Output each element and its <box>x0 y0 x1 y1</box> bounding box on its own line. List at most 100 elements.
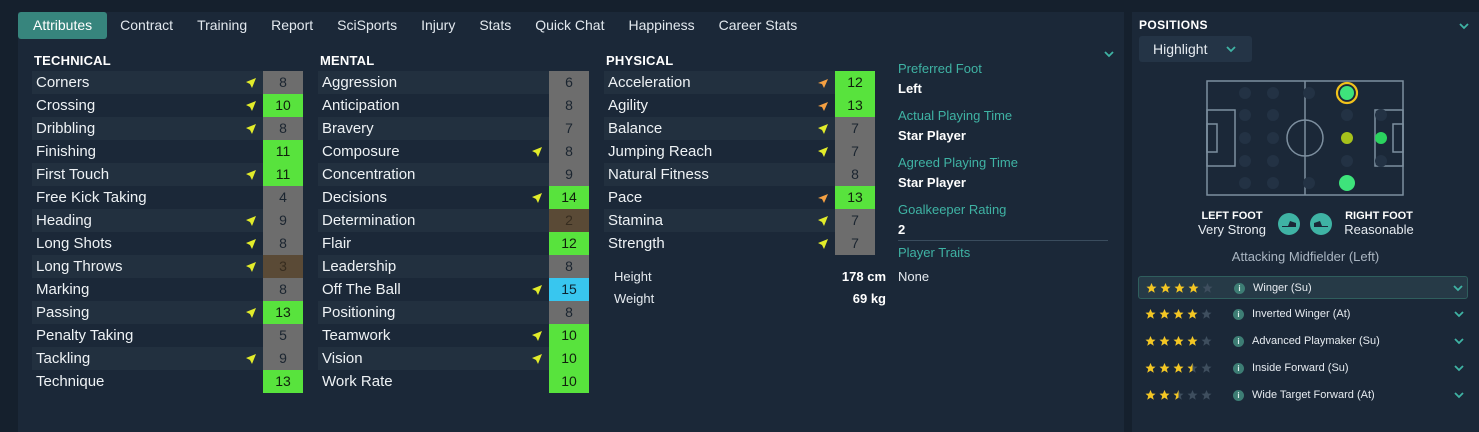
attribute-row-technique[interactable]: Technique 13 <box>32 370 303 393</box>
training-arrow-icon <box>532 331 542 341</box>
role-name: Advanced Playmaker (Su) <box>1252 335 1380 347</box>
positions-chevron-down-icon[interactable] <box>1458 22 1470 30</box>
left-foot-value: Very Strong <box>1198 222 1266 237</box>
attribute-name: Crossing <box>36 97 96 114</box>
star-icon <box>1201 336 1212 346</box>
star-icon <box>1173 390 1184 400</box>
attribute-row-bravery[interactable]: Bravery 7 <box>318 117 589 140</box>
role-row-wide-target-forward-at[interactable]: i Wide Target Forward (At) <box>1138 384 1468 407</box>
details-chevron-down-icon[interactable] <box>1103 50 1115 58</box>
attribute-name: Stamina <box>608 212 664 229</box>
attribute-row-corners[interactable]: Corners 8 <box>32 71 303 94</box>
role-row-inside-forward-su[interactable]: i Inside Forward (Su) <box>1138 357 1468 380</box>
info-icon[interactable]: i <box>1234 283 1245 294</box>
attribute-name: Aggression <box>322 74 398 91</box>
chevron-down-icon[interactable] <box>1454 311 1464 318</box>
chevron-down-icon[interactable] <box>1454 392 1464 399</box>
attribute-row-penalty-taking[interactable]: Penalty Taking 5 <box>32 324 303 347</box>
attribute-row-determination[interactable]: Determination 2 <box>318 209 589 232</box>
star-icon <box>1201 363 1212 373</box>
tab-contract[interactable]: Contract <box>109 12 184 39</box>
role-row-winger-su[interactable]: i Winger (Su) <box>1138 276 1468 299</box>
weight-row: Weight 69 kg <box>606 288 886 310</box>
info-icon[interactable]: i <box>1233 363 1244 374</box>
positions-title: POSITIONS <box>1139 18 1208 32</box>
attribute-row-long-throws[interactable]: Long Throws 3 <box>32 255 303 278</box>
attribute-row-jumping-reach[interactable]: Jumping Reach 7 <box>604 140 875 163</box>
tab-scisports[interactable]: SciSports <box>326 12 408 39</box>
attribute-name: Natural Fitness <box>608 166 709 183</box>
attribute-value: 3 <box>263 255 303 278</box>
attribute-name: Bravery <box>322 120 374 137</box>
info-icon[interactable]: i <box>1233 309 1244 320</box>
attribute-row-passing[interactable]: Passing 13 <box>32 301 303 324</box>
tab-quick-chat[interactable]: Quick Chat <box>524 12 615 39</box>
attribute-row-acceleration[interactable]: Acceleration 12 <box>604 71 875 94</box>
tab-report[interactable]: Report <box>260 12 324 39</box>
tab-career-stats[interactable]: Career Stats <box>708 12 809 39</box>
chevron-down-icon[interactable] <box>1453 285 1463 292</box>
attribute-row-heading[interactable]: Heading 9 <box>32 209 303 232</box>
training-up-arrow-icon <box>818 194 828 203</box>
attribute-row-teamwork[interactable]: Teamwork 10 <box>318 324 589 347</box>
attribute-row-pace[interactable]: Pace 13 <box>604 186 875 209</box>
attribute-row-positioning[interactable]: Positioning 8 <box>318 301 589 324</box>
training-arrow-icon <box>818 216 828 226</box>
chevron-down-icon[interactable] <box>1454 338 1464 345</box>
star-icon <box>1145 336 1156 346</box>
attribute-row-balance[interactable]: Balance 7 <box>604 117 875 140</box>
attribute-row-natural-fitness[interactable]: Natural Fitness 8 <box>604 163 875 186</box>
attribute-name: Tackling <box>36 350 91 367</box>
tab-attributes[interactable]: Attributes <box>18 12 108 39</box>
attribute-value: 9 <box>263 209 303 232</box>
attribute-row-leadership[interactable]: Leadership 8 <box>318 255 589 278</box>
role-list: i Winger (Su) i Inverted Winger (At) i Advanc… <box>1138 276 1468 411</box>
attribute-row-composure[interactable]: Composure 8 <box>318 140 589 163</box>
attribute-row-agility[interactable]: Agility 13 <box>604 94 875 117</box>
chevron-down-icon[interactable] <box>1454 365 1464 372</box>
attribute-row-stamina[interactable]: Stamina 7 <box>604 209 875 232</box>
attribute-row-vision[interactable]: Vision 10 <box>318 347 589 370</box>
attribute-row-marking[interactable]: Marking 8 <box>32 278 303 301</box>
role-row-advanced-playmaker-su[interactable]: i Advanced Playmaker (Su) <box>1138 330 1468 353</box>
left-foot: LEFT FOOT Very Strong <box>1187 209 1277 237</box>
attribute-name: Dribbling <box>36 120 96 137</box>
attribute-row-dribbling[interactable]: Dribbling 8 <box>32 117 303 140</box>
physical-heading: PHYSICAL <box>606 53 674 68</box>
agreed-playing-time-label: Agreed Playing Time <box>898 155 1018 170</box>
attribute-row-free-kick-taking[interactable]: Free Kick Taking 4 <box>32 186 303 209</box>
info-icon[interactable]: i <box>1233 336 1244 347</box>
attributes-panel: Attributes Contract Training Report SciSport… <box>18 12 1124 432</box>
attribute-value: 7 <box>835 232 875 255</box>
attribute-row-decisions[interactable]: Decisions 14 <box>318 186 589 209</box>
tab-stats[interactable]: Stats <box>468 12 522 39</box>
attribute-row-concentration[interactable]: Concentration 9 <box>318 163 589 186</box>
attribute-row-long-shots[interactable]: Long Shots 8 <box>32 232 303 255</box>
tab-training[interactable]: Training <box>186 12 258 39</box>
attribute-row-anticipation[interactable]: Anticipation 8 <box>318 94 589 117</box>
attribute-value: 13 <box>263 370 303 393</box>
attribute-row-crossing[interactable]: Crossing 10 <box>32 94 303 117</box>
attribute-row-tackling[interactable]: Tackling 9 <box>32 347 303 370</box>
height-value: 178 cm <box>841 269 886 284</box>
attribute-row-first-touch[interactable]: First Touch 11 <box>32 163 303 186</box>
attribute-row-work-rate[interactable]: Work Rate 10 <box>318 370 589 393</box>
attribute-row-off-the-ball[interactable]: Off The Ball 15 <box>318 278 589 301</box>
attribute-row-flair[interactable]: Flair 12 <box>318 232 589 255</box>
role-row-inverted-winger-at[interactable]: i Inverted Winger (At) <box>1138 303 1468 326</box>
tab-injury[interactable]: Injury <box>410 12 466 39</box>
training-arrow-icon <box>532 285 542 295</box>
attribute-row-strength[interactable]: Strength 7 <box>604 232 875 255</box>
attribute-row-finishing[interactable]: Finishing 11 <box>32 140 303 163</box>
attribute-row-aggression[interactable]: Aggression 6 <box>318 71 589 94</box>
right-foot-label: RIGHT FOOT <box>1345 210 1413 222</box>
technical-heading: TECHNICAL <box>34 53 111 68</box>
attribute-value: 10 <box>549 347 589 370</box>
star-icon <box>1201 309 1212 319</box>
training-arrow-icon <box>246 239 256 249</box>
actual-playing-time-value: Star Player <box>898 128 966 143</box>
tab-happiness[interactable]: Happiness <box>617 12 705 39</box>
info-icon[interactable]: i <box>1233 390 1244 401</box>
attribute-value: 7 <box>835 117 875 140</box>
highlight-dropdown[interactable]: Highlight <box>1139 36 1252 62</box>
